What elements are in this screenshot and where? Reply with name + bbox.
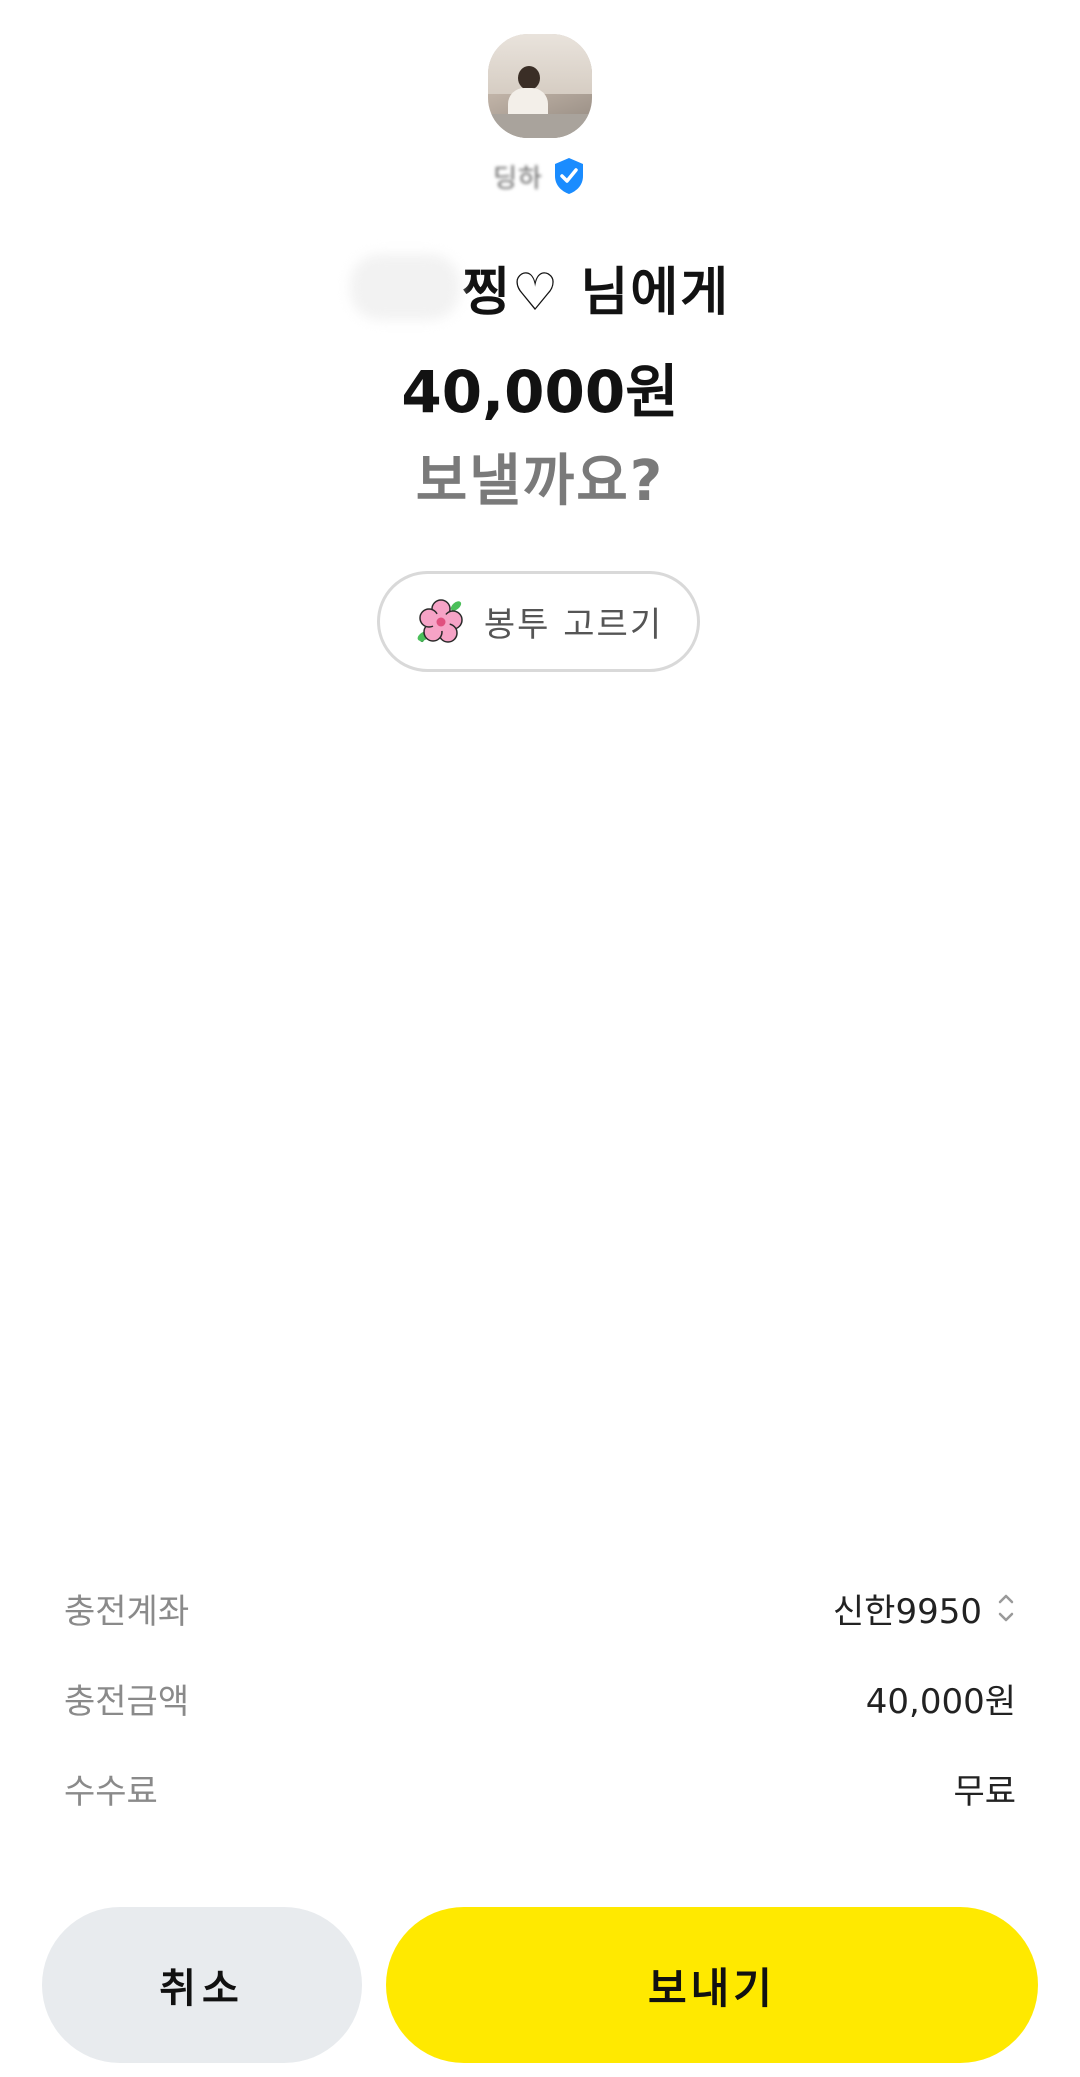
charge-account-label: 충전계좌 [64, 1591, 190, 1632]
choose-envelope-label: 봉투 고르기 [483, 605, 664, 645]
fee-label: 수수료 [64, 1771, 158, 1812]
charge-amount-value: 40,000원 [865, 1681, 1016, 1722]
recipient-name-redacted [349, 254, 460, 320]
profile-avatar[interactable] [488, 34, 592, 138]
confirm-question: 보낼까요? [415, 449, 665, 514]
profile-name: 딩하 [493, 163, 543, 194]
fee-row: 수수료 무료 [64, 1758, 1016, 1818]
profile-name-row: 딩하 [0, 156, 1080, 196]
recipient-text: 찡♡ 님에게 [461, 262, 731, 323]
choose-envelope-button[interactable]: 봉투 고르기 [377, 571, 700, 672]
charge-amount-label: 충전금액 [64, 1681, 190, 1722]
charge-account-value: 신한9950 [832, 1591, 982, 1632]
charge-account-selector[interactable]: 신한9950 [833, 1584, 1016, 1633]
chevron-updown-icon [998, 1594, 1014, 1622]
flower-icon [417, 598, 463, 643]
cancel-button[interactable]: 취소 [42, 1907, 362, 2063]
transfer-amount: 40,000원 [401, 358, 679, 426]
charge-account-row[interactable]: 충전계좌 신한9950 [64, 1578, 1016, 1638]
charge-amount-row: 충전금액 40,000원 [64, 1668, 1016, 1728]
recipient-line: 찡♡ 님에게 [0, 252, 1080, 323]
fee-value: 무료 [953, 1771, 1016, 1812]
verified-shield-icon [554, 158, 583, 194]
send-button[interactable]: 보내기 [386, 1907, 1038, 2063]
